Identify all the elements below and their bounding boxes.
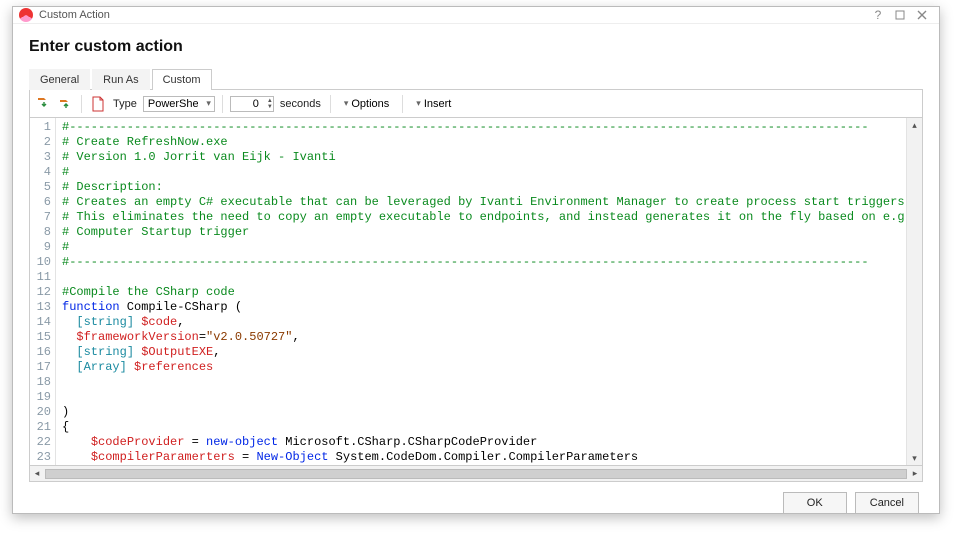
toolbar-separator [330, 95, 331, 113]
options-label: Options [351, 98, 389, 110]
restore-icon[interactable] [889, 7, 911, 23]
dialog-content: Enter custom action General Run As Custo… [13, 24, 939, 524]
toolbar-separator [81, 95, 82, 113]
page-title: Enter custom action [29, 38, 923, 56]
chevron-down-icon: ▾ [344, 98, 349, 109]
vertical-scrollbar[interactable]: ▴ ▾ [906, 118, 922, 465]
ok-button[interactable]: OK [783, 492, 847, 514]
type-select[interactable] [143, 96, 215, 112]
insert-label: Insert [424, 98, 452, 110]
export-icon[interactable] [56, 95, 74, 113]
toolbar: Type ▲▼ seconds ▾ Options ▾ Insert [29, 90, 923, 118]
stepper-arrows-icon[interactable]: ▲▼ [267, 98, 273, 110]
cancel-button[interactable]: Cancel [855, 492, 919, 514]
scroll-left-icon[interactable]: ◂ [30, 466, 44, 481]
code-area[interactable]: #---------------------------------------… [56, 118, 906, 465]
timeout-unit: seconds [280, 98, 321, 110]
scroll-up-icon[interactable]: ▴ [907, 118, 922, 132]
horizontal-scrollbar[interactable]: ◂ ▸ [29, 466, 923, 482]
scroll-right-icon[interactable]: ▸ [908, 466, 922, 481]
dialog-window: Custom Action ? Enter custom action Gene… [12, 6, 940, 514]
close-icon[interactable] [911, 7, 933, 23]
chevron-down-icon: ▾ [416, 98, 421, 109]
tabs: General Run As Custom [29, 68, 923, 90]
app-icon [19, 8, 33, 22]
titlebar: Custom Action ? [13, 7, 939, 24]
tab-custom[interactable]: Custom [152, 69, 212, 90]
tab-runas[interactable]: Run As [92, 69, 149, 90]
tab-general[interactable]: General [29, 69, 90, 90]
toolbar-separator [402, 95, 403, 113]
scroll-down-icon[interactable]: ▾ [907, 451, 922, 465]
options-dropdown[interactable]: ▾ Options [338, 98, 395, 110]
window-title: Custom Action [39, 9, 867, 21]
toolbar-separator [222, 95, 223, 113]
type-label: Type [113, 98, 137, 110]
insert-dropdown[interactable]: ▾ Insert [410, 98, 457, 110]
dialog-footer: OK Cancel [29, 482, 923, 514]
scroll-thumb[interactable] [45, 469, 907, 479]
help-icon[interactable]: ? [867, 7, 889, 23]
code-editor[interactable]: 1234567891011121314151617181920212223 #-… [29, 118, 923, 466]
document-icon[interactable] [89, 95, 107, 113]
import-icon[interactable] [34, 95, 52, 113]
line-gutter: 1234567891011121314151617181920212223 [30, 118, 56, 465]
